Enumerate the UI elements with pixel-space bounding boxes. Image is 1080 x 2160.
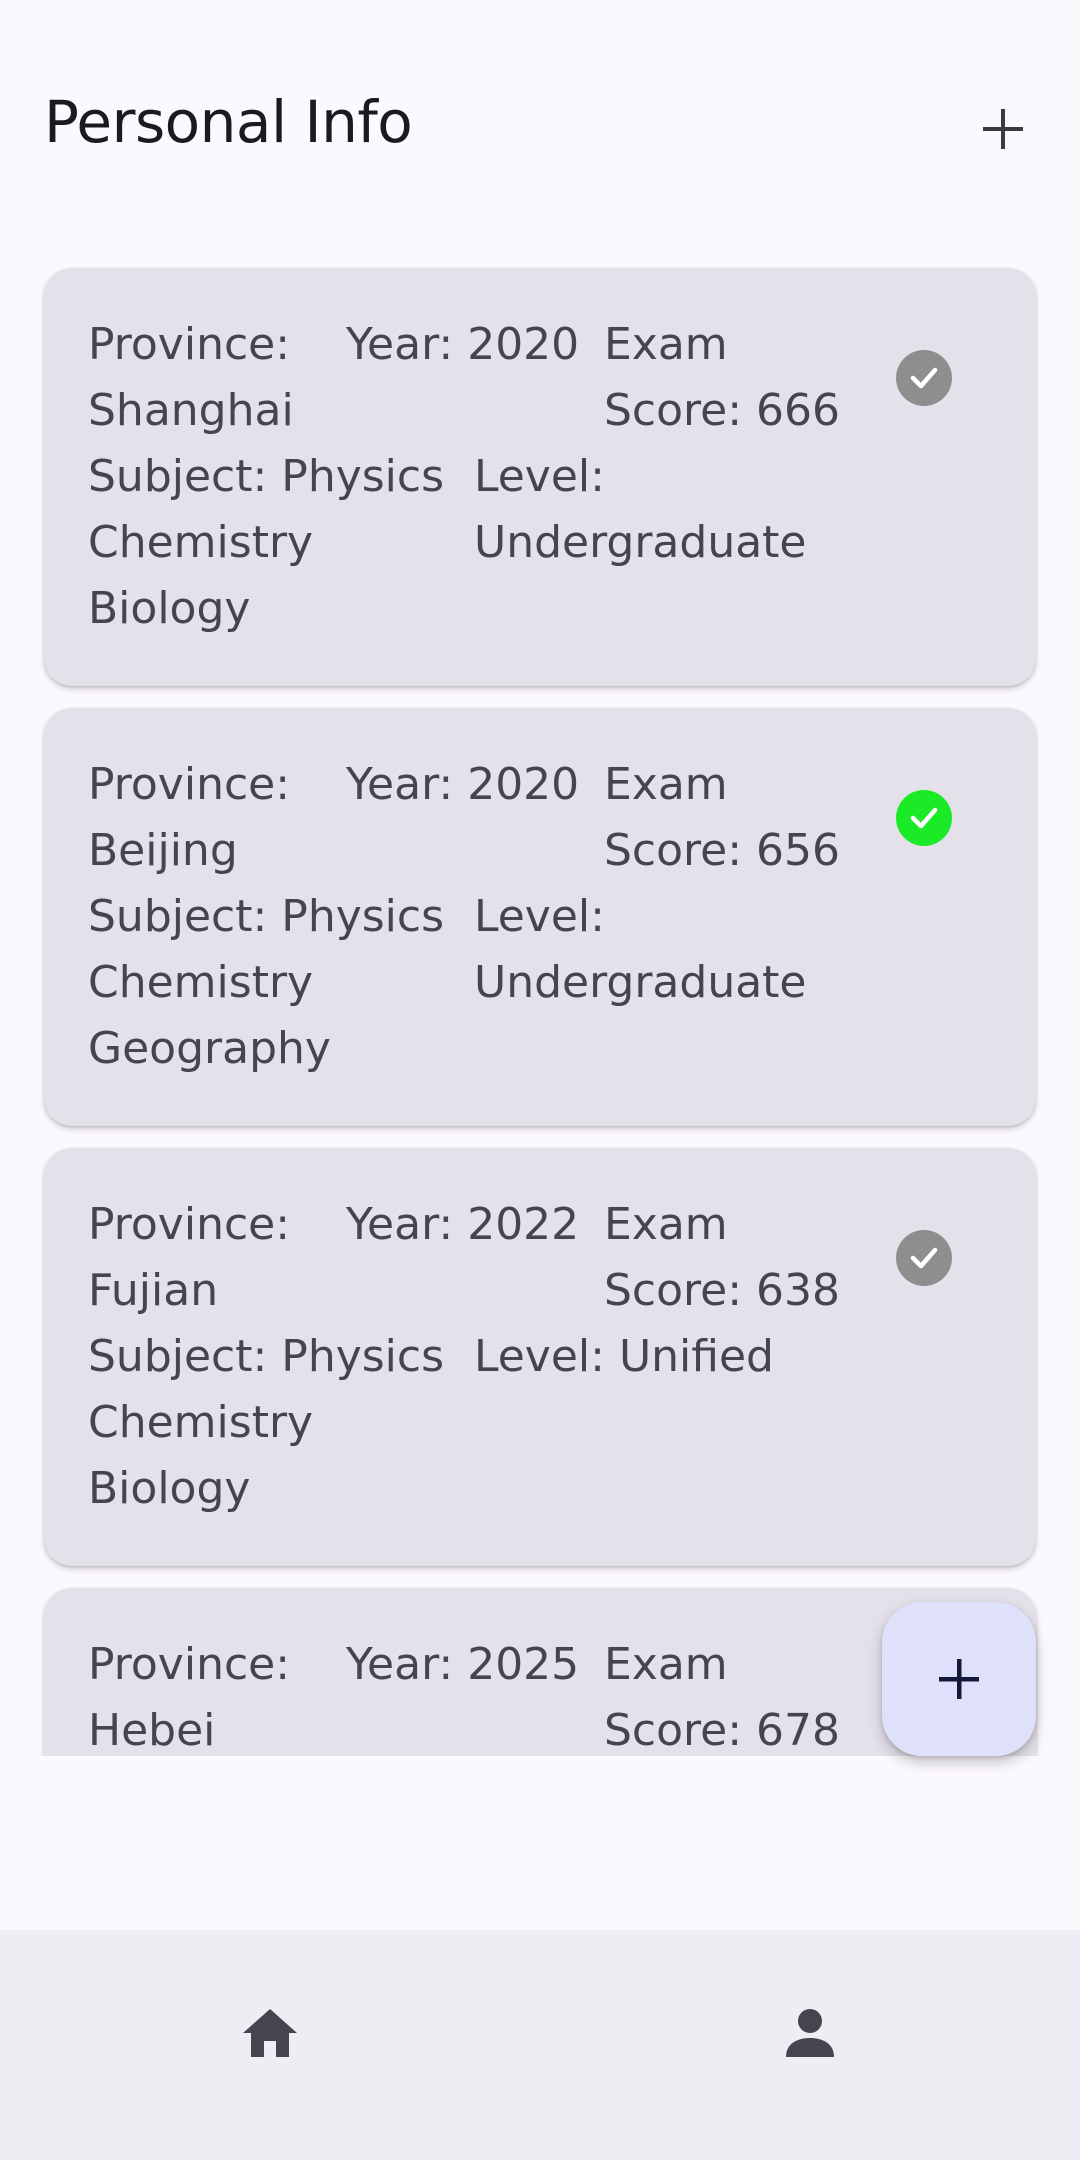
page-title: Personal Info bbox=[44, 88, 413, 156]
level-text: Level: Undergraduate bbox=[474, 451, 807, 568]
exam-score-text: Exam Score: 678 bbox=[604, 1639, 841, 1756]
subject-text: Subject: Physics Chemistry Geography bbox=[88, 891, 445, 1074]
records-list[interactable]: Province: Shanghai Year: 2020 Exam Score… bbox=[0, 240, 1080, 1756]
level-text: Level: Undergraduate bbox=[474, 891, 807, 1008]
home-icon bbox=[243, 2009, 297, 2057]
year-text: Year: 2020 bbox=[346, 759, 580, 810]
plus-icon bbox=[939, 1659, 979, 1699]
nav-item-profile[interactable] bbox=[540, 1930, 1080, 2160]
record-card[interactable]: Province: Shanghai Year: 2020 Exam Score… bbox=[44, 268, 1036, 686]
person-icon bbox=[786, 2009, 834, 2057]
nav-item-home[interactable] bbox=[0, 1930, 540, 2160]
plus-icon bbox=[983, 109, 1023, 149]
province-text: Province: Beijing bbox=[88, 759, 291, 876]
top-app-bar: Personal Info bbox=[0, 0, 1080, 240]
level-text: Level: Unified bbox=[474, 1331, 774, 1382]
exam-score-text: Exam Score: 656 bbox=[604, 759, 841, 876]
app-screen: Personal Info Province: Shanghai Year: 2… bbox=[0, 0, 1080, 2160]
province-text: Province: Hebei bbox=[88, 1639, 291, 1756]
bottom-navigation bbox=[0, 1930, 1080, 2160]
subject-text: Subject: Physics Chemistry Biology bbox=[88, 451, 445, 634]
check-circle-icon[interactable] bbox=[896, 790, 952, 846]
year-text: Year: 2022 bbox=[346, 1199, 580, 1250]
check-circle-icon[interactable] bbox=[896, 350, 952, 406]
check-circle-icon[interactable] bbox=[896, 1230, 952, 1286]
add-fab-button[interactable] bbox=[882, 1602, 1036, 1756]
year-text: Year: 2020 bbox=[346, 319, 580, 370]
exam-score-text: Exam Score: 638 bbox=[604, 1199, 841, 1316]
year-text: Year: 2025 bbox=[346, 1639, 580, 1690]
record-card[interactable]: Province: Beijing Year: 2020 Exam Score:… bbox=[44, 708, 1036, 1126]
add-record-button[interactable] bbox=[966, 92, 1040, 166]
record-card[interactable]: Province: Fujian Year: 2022 Exam Score: … bbox=[44, 1148, 1036, 1566]
subject-text: Subject: Physics Chemistry Biology bbox=[88, 1331, 445, 1514]
province-text: Province: Fujian bbox=[88, 1199, 291, 1316]
exam-score-text: Exam Score: 666 bbox=[604, 319, 841, 436]
province-text: Province: Shanghai bbox=[88, 319, 294, 436]
